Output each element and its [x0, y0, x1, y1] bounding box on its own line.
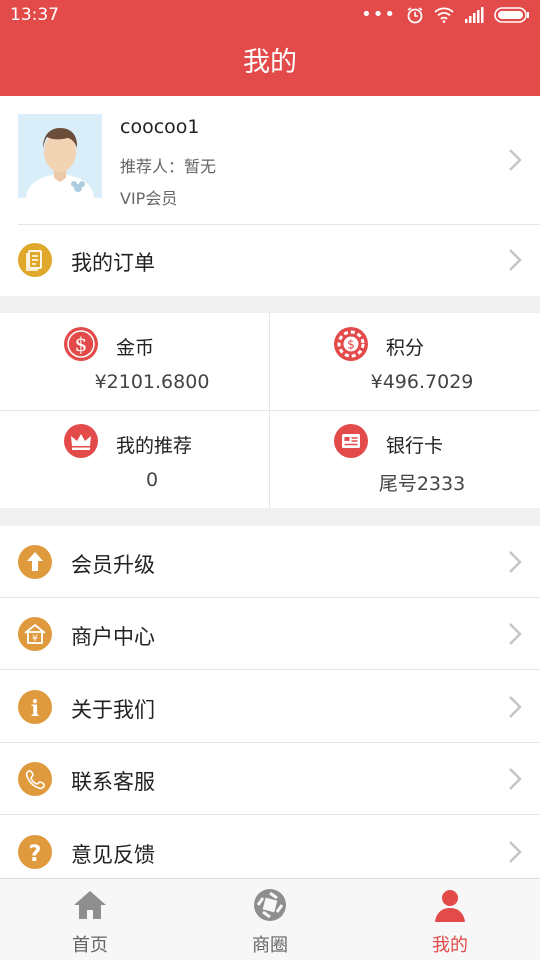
settings-menu: 会员升级 ¥ 商户中心 i 关于我们 联系客服 ? 意见反馈	[0, 526, 540, 878]
chevron-right-icon	[509, 768, 522, 790]
menu-item-label: 关于我们	[71, 698, 155, 722]
tab-home[interactable]: 首页	[0, 879, 180, 960]
tab-label: 首页	[72, 935, 108, 956]
page-title: 我的	[0, 30, 540, 96]
menu-item-contact-support[interactable]: 联系客服	[0, 743, 540, 815]
my-orders-row[interactable]: 我的订单	[0, 224, 540, 296]
stat-value: ¥496.7029	[370, 371, 474, 393]
question-icon: ?	[18, 835, 52, 869]
aperture-icon	[254, 889, 286, 921]
menu-item-merchant-center[interactable]: ¥ 商户中心	[0, 598, 540, 670]
stat-label: 银行卡	[386, 435, 444, 457]
stat-value: ¥2101.6800	[94, 371, 210, 393]
chevron-right-icon	[509, 623, 522, 645]
more-dots-icon: •••	[361, 4, 396, 25]
stat-label: 积分	[386, 337, 425, 359]
svg-text:?: ?	[29, 842, 42, 867]
username: coocoo1	[120, 116, 200, 138]
profile-card[interactable]: coocoo1 推荐人：暂无 VIP会员	[0, 96, 540, 224]
svg-text:$: $	[347, 338, 355, 352]
svg-text:i: i	[31, 696, 39, 722]
tab-label: 我的	[432, 935, 468, 956]
status-bar: 13:37 •••	[0, 0, 540, 30]
home-icon	[74, 891, 106, 919]
chevron-right-icon	[509, 551, 522, 573]
menu-item-label: 商户中心	[71, 625, 155, 649]
store-icon: ¥	[18, 617, 52, 651]
info-icon: i	[18, 690, 52, 724]
menu-item-label: 意见反馈	[71, 843, 155, 867]
menu-item-about-us[interactable]: i 关于我们	[0, 671, 540, 743]
status-time: 13:37	[10, 5, 59, 25]
avatar-person-icon	[18, 114, 102, 198]
chevron-right-icon	[509, 696, 522, 718]
menu-item-label: 会员升级	[71, 553, 155, 577]
phone-icon	[18, 762, 52, 796]
dollar-coin-icon: $	[64, 327, 98, 361]
alarm-icon	[407, 7, 423, 24]
stat-label: 金币	[116, 337, 155, 359]
battery-icon	[494, 7, 529, 23]
status-icons: •••	[361, 4, 530, 26]
stat-value: 尾号2333	[378, 473, 466, 495]
stat-gold-coins[interactable]: $ 金币 ¥2101.6800	[0, 313, 270, 410]
bottom-tab-bar: 首页 商圈 我的	[0, 878, 540, 960]
stats-grid: $ 金币 ¥2101.6800 $ 积分 ¥496.7029 我的推荐 0 银行…	[0, 313, 540, 508]
signal-icon	[465, 7, 484, 23]
menu-item-label: 联系客服	[71, 770, 155, 794]
person-icon	[435, 890, 465, 922]
bank-card-icon	[334, 424, 368, 458]
stat-bank-card[interactable]: 银行卡 尾号2333	[270, 411, 540, 508]
divider	[0, 814, 540, 815]
chevron-right-icon	[509, 249, 522, 271]
referrer-text: 推荐人：暂无	[120, 157, 217, 176]
orders-document-icon	[18, 243, 52, 277]
avatar[interactable]	[18, 114, 102, 198]
orders-label: 我的订单	[71, 251, 155, 275]
stat-points[interactable]: $ 积分 ¥496.7029	[270, 313, 540, 410]
wifi-icon	[434, 7, 454, 23]
menu-item-feedback[interactable]: ? 意见反馈	[0, 816, 540, 878]
chevron-right-icon	[509, 149, 522, 171]
divider	[18, 224, 540, 225]
svg-text:¥: ¥	[32, 634, 38, 644]
stat-value: 0	[145, 469, 159, 491]
stat-label: 我的推荐	[116, 435, 193, 457]
points-chip-icon: $	[334, 327, 368, 361]
chevron-right-icon	[509, 841, 522, 863]
crown-icon	[64, 424, 98, 458]
svg-text:$: $	[75, 332, 88, 356]
tab-label: 商圈	[252, 935, 288, 956]
divider	[0, 669, 540, 670]
menu-item-member-upgrade[interactable]: 会员升级	[0, 526, 540, 598]
tab-mine[interactable]: 我的	[360, 879, 540, 960]
tab-business-circle[interactable]: 商圈	[180, 879, 360, 960]
member-level: VIP会员	[120, 189, 178, 208]
arrow-up-icon	[18, 545, 52, 579]
stat-my-referrals[interactable]: 我的推荐 0	[0, 411, 270, 508]
